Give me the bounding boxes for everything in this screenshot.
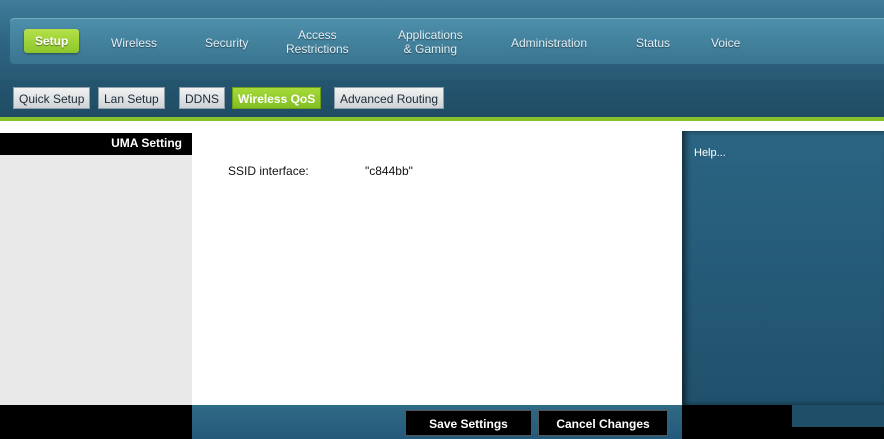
section-divider bbox=[0, 117, 884, 121]
sub-tab-ddns[interactable]: DDNS bbox=[179, 87, 226, 109]
main-tab-setup[interactable]: Setup bbox=[24, 29, 80, 53]
content-panel: SSID interface: "c844bb" bbox=[192, 123, 682, 405]
help-footer-accent bbox=[792, 405, 884, 427]
save-settings-button[interactable]: Save Settings bbox=[405, 410, 532, 436]
main-tab-applications-gaming[interactable]: Applications & Gaming bbox=[398, 28, 463, 56]
router-admin-page: Setup Wireless Security Access Restricti… bbox=[0, 0, 884, 439]
sub-tab-advanced-routing[interactable]: Advanced Routing bbox=[334, 87, 445, 109]
sub-tab-quick-setup[interactable]: Quick Setup bbox=[13, 87, 91, 109]
help-panel: Help... bbox=[682, 131, 884, 405]
sub-tab-wireless-qos[interactable]: Wireless QoS bbox=[232, 87, 322, 109]
sub-tab-lan-setup[interactable]: Lan Setup bbox=[98, 87, 165, 109]
cancel-changes-button[interactable]: Cancel Changes bbox=[538, 410, 668, 436]
main-tab-voice[interactable]: Voice bbox=[711, 36, 740, 50]
main-tab-wireless[interactable]: Wireless bbox=[111, 36, 157, 50]
main-tab-status[interactable]: Status bbox=[636, 36, 670, 50]
ssid-interface-value: "c844bb" bbox=[365, 164, 413, 178]
section-title: UMA Setting bbox=[111, 136, 182, 150]
sidebar-footer bbox=[0, 405, 192, 439]
action-bar: Save Settings Cancel Changes bbox=[192, 405, 682, 439]
sidebar-panel bbox=[0, 155, 192, 405]
sidebar-header: UMA Setting bbox=[0, 133, 192, 155]
main-tab-access-restrictions[interactable]: Access Restrictions bbox=[286, 28, 349, 56]
main-tab-security[interactable]: Security bbox=[205, 36, 248, 50]
main-tab-administration[interactable]: Administration bbox=[511, 36, 587, 50]
sub-navigation: Quick Setup Lan Setup DDNS Wireless QoS … bbox=[0, 80, 884, 117]
main-navigation: Setup Wireless Security Access Restricti… bbox=[0, 0, 884, 80]
ssid-interface-label: SSID interface: bbox=[228, 164, 309, 178]
help-footer bbox=[682, 405, 884, 439]
help-link[interactable]: Help... bbox=[694, 147, 726, 159]
